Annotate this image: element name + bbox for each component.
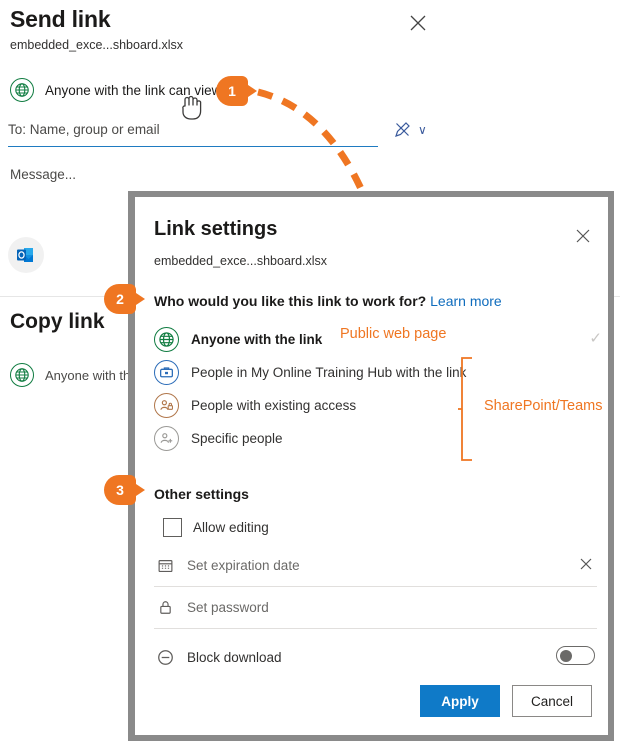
other-settings-list: Allow editing Set expiration date Set pa… <box>154 509 597 679</box>
audience-option-label: People in My Online Training Hub with th… <box>191 365 467 380</box>
block-icon <box>154 648 176 667</box>
link-settings-filename: embedded_exce...shboard.xlsx <box>154 254 328 268</box>
expiration-clear-button[interactable] <box>577 555 595 578</box>
close-icon <box>580 558 592 570</box>
apply-button[interactable]: Apply <box>420 685 500 717</box>
audience-option-label: Anyone with the link <box>191 332 323 347</box>
audience-question-text: Who would you like this link to work for… <box>154 293 427 309</box>
expiration-date-input[interactable]: Set expiration date <box>187 558 300 573</box>
callout-number: 3 <box>116 482 124 498</box>
block-download-label: Block download <box>187 649 282 665</box>
allow-editing-label: Allow editing <box>193 519 269 535</box>
block-download-row[interactable]: Block download <box>154 635 597 679</box>
audience-option-list: Anyone with the link ✓ People in My Onli… <box>154 323 602 455</box>
password-input[interactable]: Set password <box>187 600 269 615</box>
audience-option-label: People with existing access <box>191 398 357 413</box>
globe-icon <box>154 327 179 352</box>
password-row[interactable]: Set password <box>154 587 597 629</box>
selected-check-icon: ✓ <box>589 330 602 347</box>
mouse-cursor <box>178 92 204 128</box>
close-icon <box>576 229 590 243</box>
callout-marker-3: 3 <box>104 475 146 505</box>
allow-editing-row[interactable]: Allow editing <box>154 509 597 545</box>
callout-marker-2: 2 <box>104 284 146 314</box>
block-download-toggle[interactable] <box>556 646 595 665</box>
link-settings-footer: Apply Cancel <box>420 685 592 717</box>
people-lock-icon <box>154 393 179 418</box>
lock-icon <box>154 599 176 616</box>
briefcase-icon <box>154 360 179 385</box>
expiration-date-row[interactable]: Set expiration date <box>154 545 597 587</box>
calendar-icon <box>154 557 176 574</box>
audience-option-label: Specific people <box>191 431 283 446</box>
allow-editing-checkbox[interactable] <box>163 517 182 537</box>
cancel-button[interactable]: Cancel <box>512 685 592 717</box>
other-settings-title: Other settings <box>154 486 249 502</box>
people-add-icon <box>154 426 179 451</box>
audience-option-specific[interactable]: Specific people <box>154 422 594 455</box>
link-settings-dialog: Link settings embedded_exce...shboard.xl… <box>128 191 614 741</box>
audience-option-org[interactable]: People in My Online Training Hub with th… <box>154 356 594 389</box>
learn-more-link[interactable]: Learn more <box>430 293 502 309</box>
annotation-sharepoint-teams: SharePoint/Teams <box>484 398 603 414</box>
callout-marker-1: 1 <box>216 76 258 106</box>
link-settings-close-button[interactable] <box>572 225 594 247</box>
toggle-knob <box>560 649 572 662</box>
callout-number: 1 <box>228 83 236 99</box>
link-settings-title: Link settings <box>154 218 278 240</box>
audience-question: Who would you like this link to work for… <box>154 293 502 309</box>
annotation-public-web-page: Public web page <box>340 326 447 342</box>
callout-number: 2 <box>116 291 124 307</box>
